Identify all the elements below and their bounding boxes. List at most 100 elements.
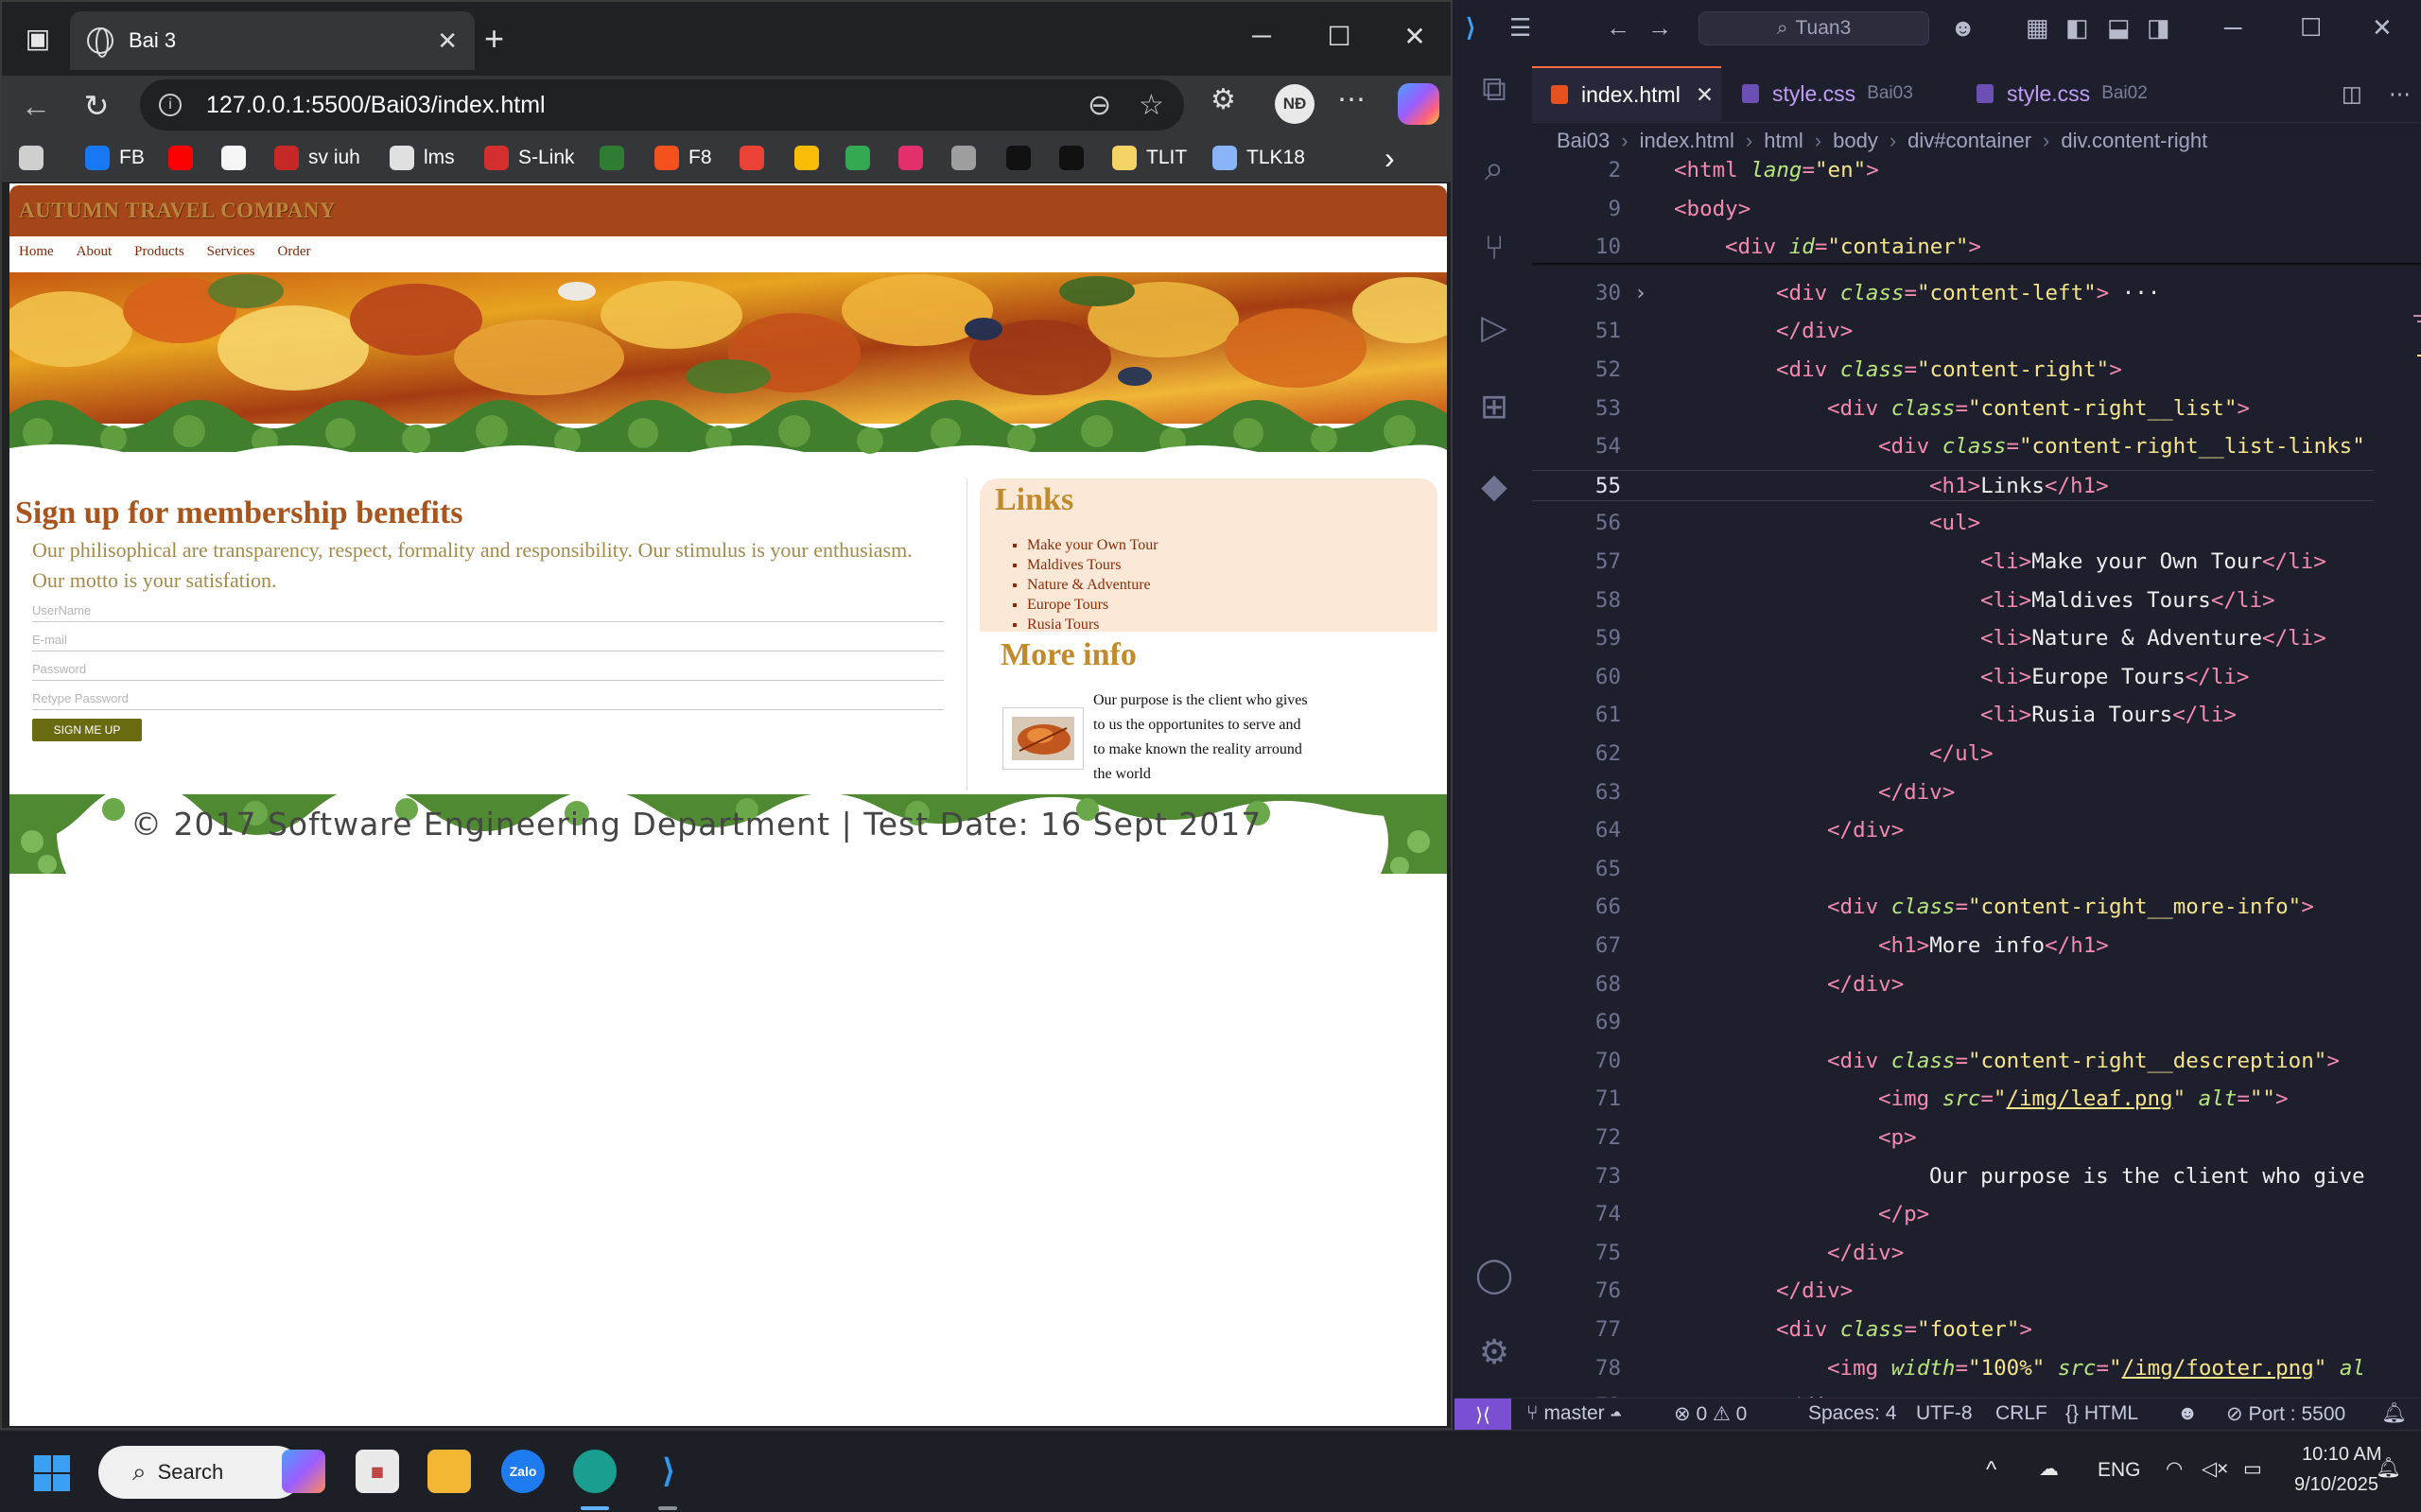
link-item[interactable]: Maldives Tours: [1027, 555, 1158, 575]
layout-customize-icon[interactable]: ▦: [2026, 13, 2049, 43]
manage-gear-icon[interactable]: ⚙: [1473, 1331, 1515, 1373]
bookmark-item[interactable]: [168, 144, 202, 172]
copilot-status-icon[interactable]: ☻: [2177, 1402, 2198, 1425]
bookmark-item[interactable]: [794, 144, 828, 172]
minimap[interactable]: [2410, 310, 2421, 433]
extensions-view-icon[interactable]: ⊞: [1473, 386, 1515, 427]
bookmark-item[interactable]: [1006, 144, 1040, 172]
start-icon[interactable]: [30, 1451, 74, 1495]
code-editor[interactable]: 2 <html lang="en"> 9 <body> 10 <div id="conta…: [1532, 159, 2421, 1398]
language-indicator[interactable]: ENG: [2098, 1459, 2141, 1482]
email-field[interactable]: E-mail: [32, 625, 944, 652]
window-close-icon[interactable]: ✕: [1388, 15, 1441, 57]
more-menu-icon[interactable]: ⋯: [1337, 83, 1366, 116]
encoding-status[interactable]: UTF-8: [1916, 1402, 1973, 1425]
battery-icon[interactable]: ▭: [2243, 1457, 2262, 1481]
retype-password-field[interactable]: Retype Password: [32, 684, 944, 710]
tab-close-icon[interactable]: ✕: [1696, 82, 1714, 108]
remote-indicator-icon[interactable]: ⟩⟨: [1454, 1399, 1511, 1431]
bookmark-item[interactable]: [600, 144, 634, 172]
taskbar-search[interactable]: ⌕ Search: [98, 1446, 303, 1499]
tab-index-html[interactable]: index.html ✕: [1532, 66, 1721, 121]
link-item[interactable]: Nature & Adventure: [1027, 575, 1158, 595]
bookmark-item[interactable]: [19, 144, 53, 172]
copilot-icon[interactable]: [1398, 83, 1439, 125]
bookmark-item[interactable]: [845, 144, 880, 172]
notification-bell-icon[interactable]: 🔔︎: [2376, 1457, 2401, 1480]
volume-muted-icon[interactable]: ◁×: [2202, 1457, 2228, 1481]
bookmarks-overflow-icon[interactable]: ›: [1385, 141, 1395, 175]
nav-back-icon[interactable]: ←: [1606, 13, 1630, 43]
indentation-status[interactable]: Spaces: 4: [1808, 1402, 1896, 1425]
tab-actions-icon[interactable]: ▣: [15, 15, 61, 61]
nav-link[interactable]: Home: [19, 244, 54, 260]
breadcrumb-item[interactable]: div#container: [1907, 129, 2031, 153]
language-status[interactable]: {} HTML: [2065, 1402, 2138, 1425]
menu-icon[interactable]: ☰: [1509, 13, 1531, 43]
vscode-taskbar-icon[interactable]: ⟩: [647, 1450, 690, 1493]
branch-status[interactable]: ⑂ master ☁: [1526, 1402, 1622, 1425]
link-item[interactable]: Europe Tours: [1027, 595, 1158, 615]
link-item[interactable]: Rusia Tours: [1027, 615, 1158, 634]
site-info-icon[interactable]: i: [159, 94, 182, 116]
vs-minimize-icon[interactable]: ─: [2224, 13, 2241, 43]
back-icon[interactable]: ←: [15, 85, 57, 127]
problems-status[interactable]: ⊗ 0 ⚠ 0: [1674, 1402, 1747, 1426]
profile-avatar[interactable]: NĐ: [1275, 84, 1315, 124]
bookmark-item[interactable]: lms: [390, 144, 455, 172]
bookmark-item[interactable]: TLIT: [1112, 144, 1187, 172]
tab-style-css-bai03[interactable]: style.css Bai03: [1742, 66, 1913, 121]
link-item[interactable]: Make your Own Tour: [1027, 535, 1158, 555]
breadcrumb-item[interactable]: body: [1833, 129, 1878, 153]
bookmark-item[interactable]: [740, 144, 774, 172]
source-control-icon[interactable]: ⑂: [1473, 227, 1515, 269]
edge-browser-icon[interactable]: [573, 1450, 617, 1493]
maximize-icon[interactable]: ☐: [1313, 15, 1366, 57]
bookmark-item[interactable]: FB: [85, 144, 145, 172]
copilot-chat-icon[interactable]: ☻: [1950, 13, 1976, 43]
bookmark-item[interactable]: [1059, 144, 1093, 172]
wifi-icon[interactable]: ◠: [2166, 1457, 2183, 1481]
bookmark-item[interactable]: [221, 144, 255, 172]
accounts-icon[interactable]: ◯: [1473, 1254, 1515, 1295]
bookmark-item[interactable]: [951, 144, 985, 172]
toggle-panel-icon[interactable]: ⬓: [2107, 13, 2131, 43]
live-server-status[interactable]: ⊘ Port : 5500: [2226, 1402, 2345, 1426]
sign-me-up-button[interactable]: SIGN ME UP: [32, 719, 142, 741]
tab-close-icon[interactable]: ✕: [437, 26, 458, 56]
vs-close-icon[interactable]: ✕: [2372, 13, 2393, 43]
breadcrumb-item[interactable]: Bai03: [1557, 129, 1610, 153]
toggle-sidebar-icon[interactable]: ◧: [2065, 13, 2089, 43]
tab-style-css-bai02[interactable]: style.css Bai02: [1977, 66, 2148, 121]
zalo-icon[interactable]: Zalo: [501, 1450, 545, 1493]
address-bar[interactable]: i 127.0.0.1:5500/Bai03/index.html ⊖ ☆: [140, 79, 1184, 130]
extensions-icon[interactable]: ⚙: [1210, 83, 1236, 116]
minimize-icon[interactable]: ─: [1235, 15, 1288, 57]
bookmark-item[interactable]: F8: [654, 144, 712, 172]
onedrive-icon[interactable]: ☁: [2039, 1457, 2059, 1481]
nav-link[interactable]: Order: [278, 244, 311, 260]
toggle-secondary-sidebar-icon[interactable]: ◨: [2147, 13, 2170, 43]
notifications-bell-icon[interactable]: 🔔︎: [2381, 1402, 2407, 1425]
nav-forward-icon[interactable]: →: [1647, 13, 1672, 43]
clock-time[interactable]: 10:10 AM: [2302, 1444, 2382, 1466]
file-explorer-icon[interactable]: [427, 1450, 471, 1493]
run-debug-icon[interactable]: ▷: [1473, 306, 1515, 348]
python-icon[interactable]: ◆: [1473, 465, 1515, 507]
password-field[interactable]: Password: [32, 654, 944, 681]
breadcrumb-item[interactable]: index.html: [1640, 129, 1734, 153]
nav-link[interactable]: Products: [134, 244, 184, 260]
explorer-icon[interactable]: ⧉: [1473, 68, 1515, 110]
username-field[interactable]: UserName: [32, 596, 944, 622]
vs-maximize-icon[interactable]: ☐: [2300, 13, 2322, 43]
split-editor-icon[interactable]: ◫: [2342, 66, 2362, 121]
copilot-app-icon[interactable]: [282, 1450, 325, 1493]
favorite-star-icon[interactable]: ☆: [1139, 89, 1164, 122]
editor-more-icon[interactable]: ⋯: [2389, 66, 2411, 121]
browser-tab[interactable]: Bai 3 ✕: [70, 11, 475, 70]
breadcrumb-item[interactable]: html: [1764, 129, 1803, 153]
clock-date[interactable]: 9/10/2025: [2294, 1474, 2378, 1496]
command-center-search[interactable]: ⌕ Tuan3: [1698, 11, 1929, 45]
eol-status[interactable]: CRLF: [1995, 1402, 2047, 1425]
zoom-out-icon[interactable]: ⊖: [1088, 89, 1111, 122]
